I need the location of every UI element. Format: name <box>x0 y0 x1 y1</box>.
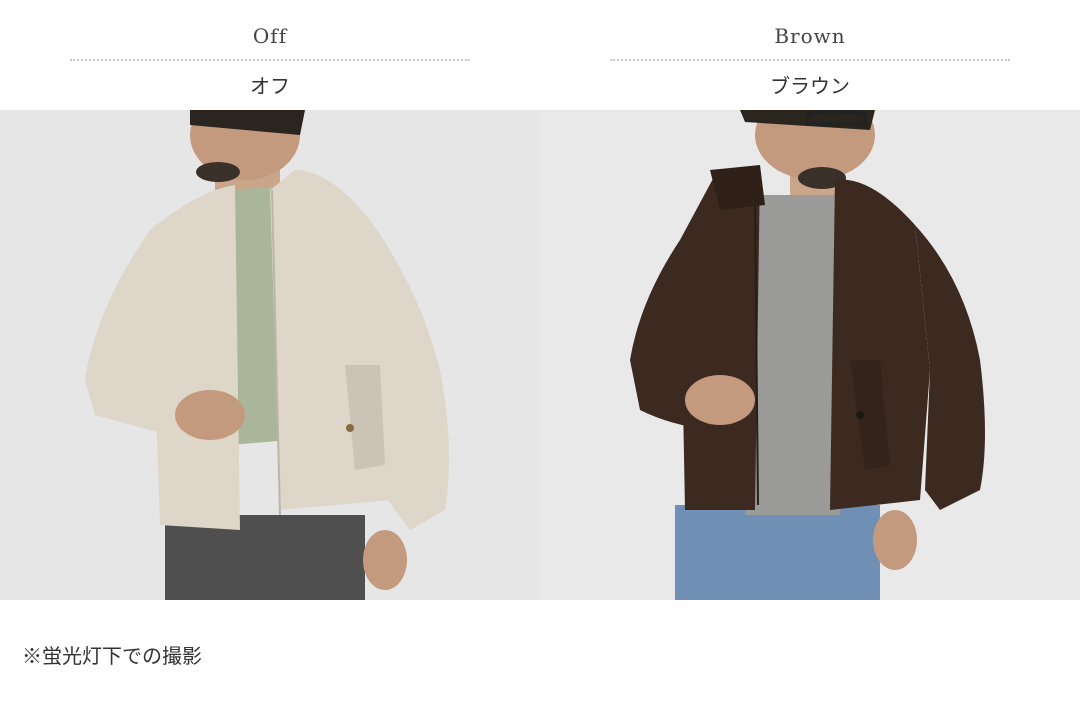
product-photo-off <box>0 110 540 600</box>
model-wearing-brown-jacket-image <box>540 110 1080 600</box>
color-header-off: Off オフ <box>70 0 470 110</box>
color-header-brown: Brown ブラウン <box>610 0 1010 110</box>
color-name-en: Off <box>252 24 288 48</box>
color-name-jp: ブラウン <box>770 74 850 98</box>
product-color-comparison: Off オフ Brown ブラウン ※蛍光灯下での撮影 <box>0 0 1080 708</box>
model-wearing-off-jacket-image <box>0 110 540 600</box>
dotted-divider <box>70 59 470 61</box>
color-headers: Off オフ Brown ブラウン <box>0 0 1080 110</box>
dotted-divider <box>610 59 1010 61</box>
color-name-jp: オフ <box>250 74 290 98</box>
color-name-en: Brown <box>774 24 846 48</box>
lighting-footnote: ※蛍光灯下での撮影 <box>22 644 202 668</box>
product-photo-brown <box>540 110 1080 600</box>
